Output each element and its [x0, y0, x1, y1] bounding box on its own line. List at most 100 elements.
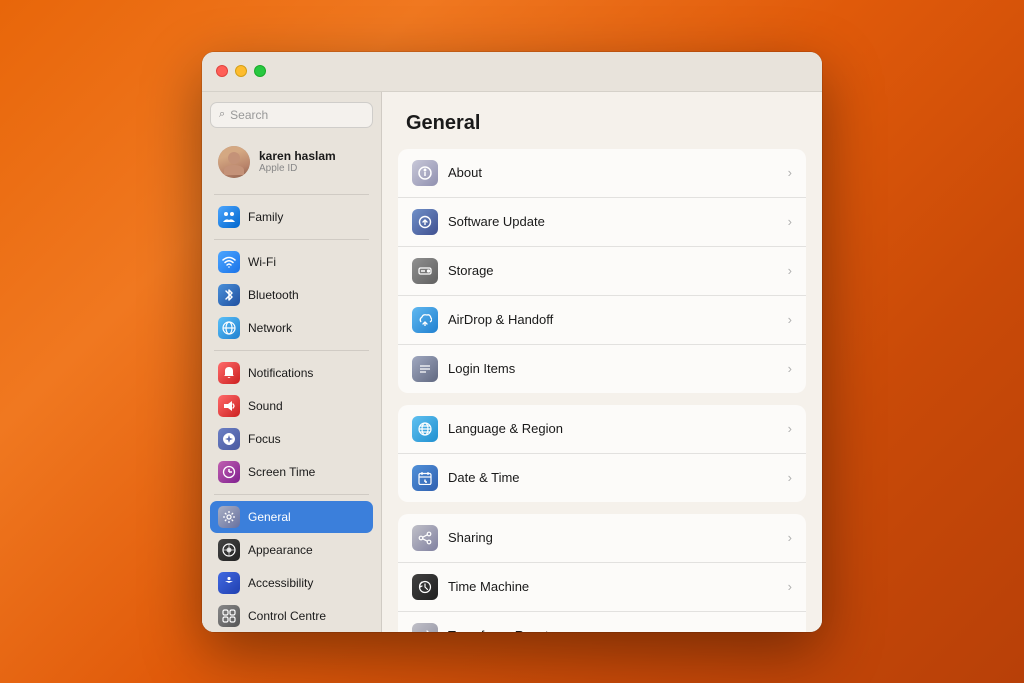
settings-group-1: About › Software Update ›	[398, 149, 806, 393]
sidebar-item-label-family: Family	[248, 210, 283, 224]
sidebar-item-bluetooth[interactable]: Bluetooth	[210, 279, 373, 311]
titlebar	[202, 52, 822, 92]
sidebar-item-label-sound: Sound	[248, 399, 283, 413]
sidebar-item-accessibility[interactable]: Accessibility	[210, 567, 373, 599]
language-label: Language & Region	[448, 421, 778, 436]
wifi-icon	[218, 251, 240, 273]
screentime-icon	[218, 461, 240, 483]
settings-row-timemachine[interactable]: Time Machine ›	[398, 563, 806, 612]
sidebar-item-label-notifications: Notifications	[248, 366, 313, 380]
airdrop-chevron: ›	[788, 312, 792, 327]
sidebar-item-focus[interactable]: Focus	[210, 423, 373, 455]
storage-label: Storage	[448, 263, 778, 278]
sidebar-item-label-network: Network	[248, 321, 292, 335]
settings-row-loginitems[interactable]: Login Items ›	[398, 345, 806, 393]
airdrop-icon	[412, 307, 438, 333]
bluetooth-icon	[218, 284, 240, 306]
sidebar-item-network[interactable]: Network	[210, 312, 373, 344]
avatar-image	[218, 146, 250, 178]
main-panel: General About ›	[382, 92, 822, 632]
search-icon: ⌕	[219, 108, 225, 121]
timemachine-chevron: ›	[788, 579, 792, 594]
settings-row-datetime[interactable]: Date & Time ›	[398, 454, 806, 502]
appearance-icon	[218, 539, 240, 561]
sidebar-divider-3	[214, 350, 369, 351]
settings-row-airdrop[interactable]: AirDrop & Handoff ›	[398, 296, 806, 345]
system-preferences-window: ⌕ Search karen haslam Apple ID	[202, 52, 822, 632]
settings-row-storage[interactable]: Storage ›	[398, 247, 806, 296]
settings-row-softwareupdate[interactable]: Software Update ›	[398, 198, 806, 247]
airdrop-label: AirDrop & Handoff	[448, 312, 778, 327]
accessibility-icon	[218, 572, 240, 594]
maximize-button[interactable]	[254, 65, 266, 77]
sidebar-item-label-accessibility: Accessibility	[248, 576, 313, 590]
window-content: ⌕ Search karen haslam Apple ID	[202, 92, 822, 632]
softwareupdate-label: Software Update	[448, 214, 778, 229]
about-label: About	[448, 165, 778, 180]
loginitems-icon	[412, 356, 438, 382]
sidebar: ⌕ Search karen haslam Apple ID	[202, 92, 382, 632]
search-placeholder: Search	[230, 108, 268, 122]
sidebar-divider-1	[214, 194, 369, 195]
transfer-icon	[412, 623, 438, 632]
sidebar-item-screentime[interactable]: Screen Time	[210, 456, 373, 488]
user-apple-id-label: Apple ID	[259, 163, 336, 174]
general-icon	[218, 506, 240, 528]
loginitems-chevron: ›	[788, 361, 792, 376]
timemachine-label: Time Machine	[448, 579, 778, 594]
focus-icon	[218, 428, 240, 450]
sidebar-item-label-controlcentre: Control Centre	[248, 609, 326, 623]
datetime-chevron: ›	[788, 470, 792, 485]
about-icon	[412, 160, 438, 186]
minimize-button[interactable]	[235, 65, 247, 77]
storage-chevron: ›	[788, 263, 792, 278]
sidebar-item-notifications[interactable]: Notifications	[210, 357, 373, 389]
softwareupdate-icon	[412, 209, 438, 235]
language-icon	[412, 416, 438, 442]
panel-title: General	[382, 92, 822, 149]
avatar	[218, 146, 250, 178]
network-icon	[218, 317, 240, 339]
timemachine-icon	[412, 574, 438, 600]
transfer-label: Transfer or Reset	[448, 628, 778, 632]
sidebar-item-label-bluetooth: Bluetooth	[248, 288, 299, 302]
sidebar-item-label-appearance: Appearance	[248, 543, 313, 557]
family-icon	[218, 206, 240, 228]
settings-group-2: Language & Region ›	[398, 405, 806, 502]
sidebar-item-label-screentime: Screen Time	[248, 465, 315, 479]
sidebar-item-appearance[interactable]: Appearance	[210, 534, 373, 566]
user-profile[interactable]: karen haslam Apple ID	[210, 140, 373, 184]
sidebar-item-family[interactable]: Family	[210, 201, 373, 233]
sidebar-item-general[interactable]: General	[210, 501, 373, 533]
user-name: karen haslam	[259, 149, 336, 163]
about-chevron: ›	[788, 165, 792, 180]
controlcentre-icon	[218, 605, 240, 627]
sharing-icon	[412, 525, 438, 551]
softwareupdate-chevron: ›	[788, 214, 792, 229]
sidebar-item-label-focus: Focus	[248, 432, 281, 446]
user-info: karen haslam Apple ID	[259, 149, 336, 174]
sidebar-item-controlcentre[interactable]: Control Centre	[210, 600, 373, 632]
sharing-chevron: ›	[788, 530, 792, 545]
storage-icon	[412, 258, 438, 284]
datetime-label: Date & Time	[448, 470, 778, 485]
sharing-label: Sharing	[448, 530, 778, 545]
settings-row-language[interactable]: Language & Region ›	[398, 405, 806, 454]
language-chevron: ›	[788, 421, 792, 436]
sidebar-divider-2	[214, 239, 369, 240]
sidebar-item-sound[interactable]: Sound	[210, 390, 373, 422]
sound-icon	[218, 395, 240, 417]
sidebar-item-wifi[interactable]: Wi-Fi	[210, 246, 373, 278]
sidebar-divider-4	[214, 494, 369, 495]
settings-row-transfer[interactable]: Transfer or Reset ›	[398, 612, 806, 632]
datetime-icon	[412, 465, 438, 491]
settings-group-3: Sharing › Time Machine ›	[398, 514, 806, 632]
loginitems-label: Login Items	[448, 361, 778, 376]
sidebar-item-label-wifi: Wi-Fi	[248, 255, 276, 269]
close-button[interactable]	[216, 65, 228, 77]
transfer-chevron: ›	[788, 628, 792, 632]
notifications-icon	[218, 362, 240, 384]
settings-row-about[interactable]: About ›	[398, 149, 806, 198]
settings-row-sharing[interactable]: Sharing ›	[398, 514, 806, 563]
search-box[interactable]: ⌕ Search	[210, 102, 373, 128]
